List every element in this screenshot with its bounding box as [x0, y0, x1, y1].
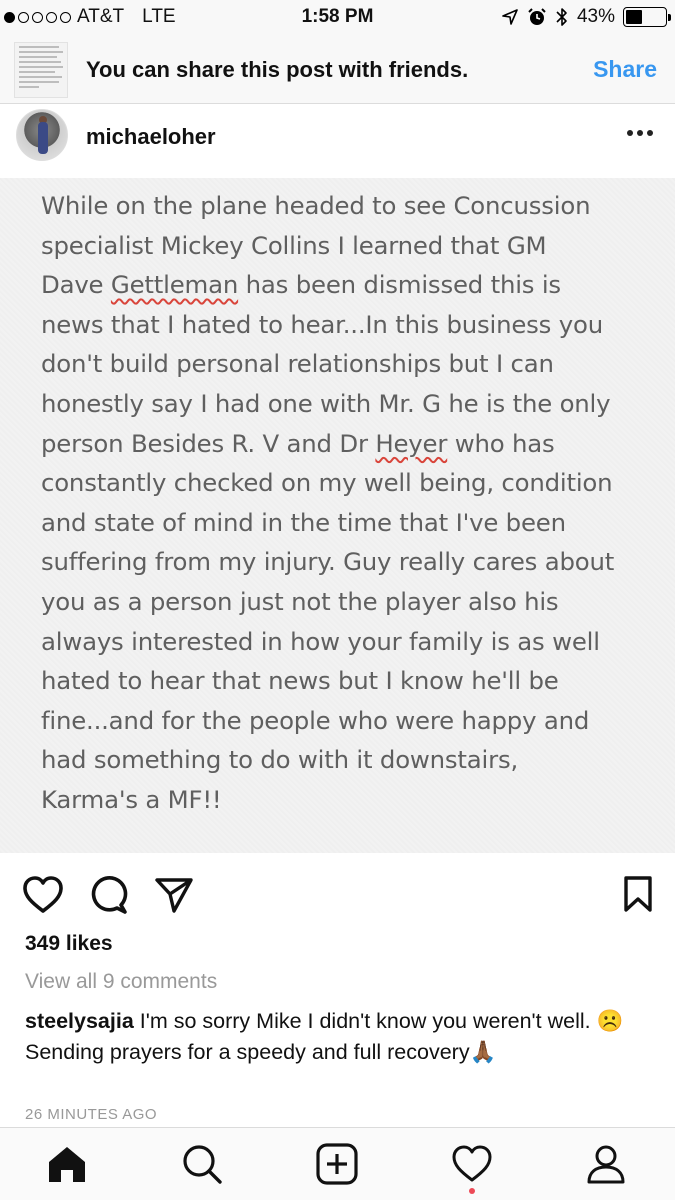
note-line: Karma's a MF!! — [41, 784, 222, 814]
share-button[interactable]: Share — [593, 56, 657, 83]
note-line: don't build personal relationships but I… — [41, 349, 554, 379]
post-note-text: While on the plane headed to see Concuss… — [41, 186, 641, 820]
note-line: fine...and for the people who were happy… — [41, 705, 590, 735]
note-line: and state of mind in the time that I've … — [41, 507, 566, 537]
note-line: Dave Gettleman has been dismissed this i… — [41, 270, 561, 300]
note-line: you as a person just not the player also… — [41, 586, 559, 616]
avatar-figure — [38, 122, 48, 154]
comment: steelysajia I'm so sorry Mike I didn't k… — [25, 1006, 655, 1068]
status-bar: AT&T LTE 1:58 PM 43% — [0, 0, 675, 36]
comment-author[interactable]: steelysajia — [25, 1009, 134, 1033]
note-line: While on the plane headed to see Concuss… — [41, 191, 591, 220]
bluetooth-icon — [556, 8, 567, 26]
note-line: honestly say I had one with Mr. G he is … — [41, 388, 611, 418]
new-post-icon[interactable] — [315, 1142, 359, 1186]
share-direct-icon[interactable] — [154, 875, 194, 915]
post-thumbnail — [14, 42, 68, 98]
like-heart-icon[interactable] — [22, 875, 64, 915]
battery-level — [626, 10, 643, 24]
more-options-icon[interactable] — [627, 130, 653, 136]
status-right: 43% — [501, 6, 671, 28]
note-line: hated to hear that news but I know he'll… — [41, 666, 559, 696]
profile-icon[interactable] — [584, 1142, 628, 1186]
location-arrow-icon — [502, 9, 518, 25]
home-icon[interactable] — [45, 1142, 89, 1186]
like-count[interactable]: 349 likes — [25, 932, 113, 956]
share-message: You can share this post with friends. — [86, 57, 469, 82]
note-line: had something to do with it downstairs, — [41, 745, 519, 775]
note-line: constantly checked on my well being, con… — [41, 468, 613, 498]
post-actions — [0, 853, 675, 933]
post-timestamp: 26 MINUTES AGO — [25, 1106, 158, 1123]
battery-tip — [668, 14, 671, 21]
search-icon[interactable] — [180, 1142, 224, 1186]
activity-heart-icon[interactable] — [450, 1142, 494, 1186]
alarm-icon — [528, 8, 546, 25]
notification-dot — [469, 1188, 475, 1194]
bookmark-icon[interactable] — [623, 875, 653, 913]
post-username[interactable]: michaeloher — [86, 124, 216, 150]
post-image[interactable]: While on the plane headed to see Concuss… — [0, 178, 675, 853]
spellcheck-word: Gettleman — [110, 270, 239, 300]
avatar[interactable] — [16, 109, 68, 161]
battery-icon — [623, 7, 671, 27]
battery-percent: 43% — [576, 6, 615, 27]
note-line: always interested in how your family is … — [41, 626, 600, 656]
note-line: news that I hated to hear...In this busi… — [41, 309, 603, 339]
note-line: suffering from my injury. Guy really car… — [41, 547, 615, 577]
bottom-tab-bar — [0, 1127, 675, 1200]
note-line: specialist Mickey Collins I learned that… — [41, 230, 547, 260]
comment-icon[interactable] — [88, 875, 128, 915]
view-all-comments-link[interactable]: View all 9 comments — [25, 970, 217, 994]
share-banner: You can share this post with friends. Sh… — [0, 36, 675, 104]
post-header: michaeloher — [0, 104, 675, 178]
note-line: person Besides R. V and Dr Heyer who has — [41, 428, 555, 458]
spellcheck-word: Heyer — [375, 428, 448, 458]
